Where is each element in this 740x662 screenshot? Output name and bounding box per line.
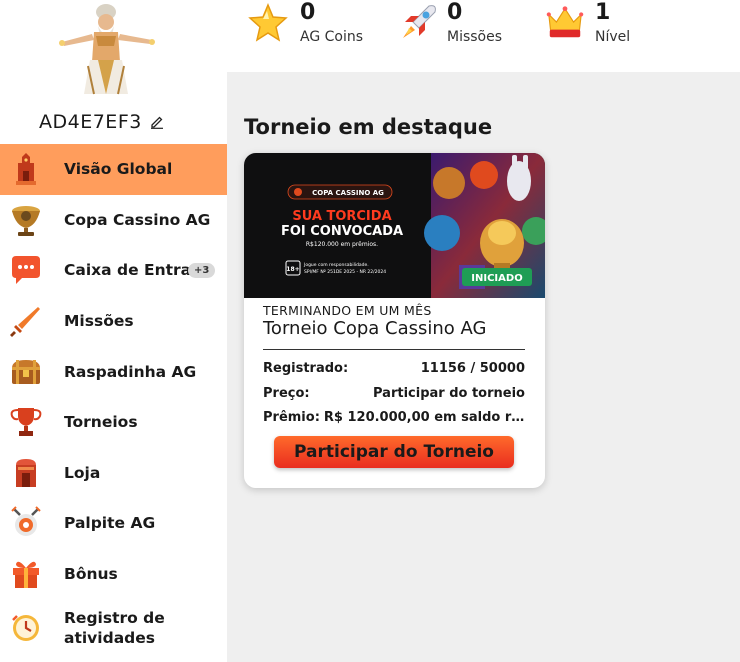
username: AD4E7EF3	[39, 111, 164, 133]
coins-label: AG Coins	[300, 29, 364, 45]
sidebar-item-label: Missões	[64, 312, 134, 331]
gift-icon	[13, 561, 39, 589]
banner-disclaimer-2: SPI/MF Nº 251DE 2025 - NR 22/2024	[304, 269, 386, 275]
row-value: 11156 / 50000	[420, 361, 525, 376]
stat-coins: 0 AG Coins	[247, 0, 377, 72]
sidebar-item-torneios[interactable]: Torneios	[0, 397, 227, 448]
divider	[263, 349, 525, 350]
star-icon	[248, 3, 288, 42]
row-value: R$ 120.000,00 em saldo re...	[323, 410, 525, 425]
row-key: Preço:	[263, 386, 310, 401]
sidebar-item-missoes[interactable]: Missões	[0, 296, 227, 347]
small-trophy-icon	[294, 188, 302, 196]
sidebar-item-label: Torneios	[64, 413, 138, 432]
coins-value: 0	[300, 0, 316, 25]
stat-level: 1 Nível	[545, 0, 665, 72]
sidebar-item-label: Caixa de Entrada	[64, 261, 190, 280]
notification-badge: +3	[188, 262, 216, 278]
sidebar-item-caixa-de-entrada[interactable]: Caixa de Entrada +3	[0, 245, 227, 296]
level-value: 1	[595, 0, 611, 25]
banner-headline-2: FOI CONVOCADA	[281, 224, 403, 239]
missions-label: Missões	[447, 29, 503, 45]
sword-icon	[10, 307, 40, 338]
banner-headline-1: SUA TORCIDA	[292, 209, 391, 224]
level-label: Nível	[595, 29, 631, 45]
tournament-banner[interactable]: INICIADO COPA CASSINO AG SUA TORCIDA FOI…	[244, 153, 545, 298]
sidebar-item-bonus[interactable]: Bônus	[0, 549, 227, 600]
stat-missions: 0 Missões	[397, 0, 527, 72]
sidebar-nav: Visão Global Copa Cassino AG Caixa de En…	[0, 144, 227, 657]
sidebar-item-label: Raspadinha AG	[64, 362, 197, 381]
sidebar-item-raspadinha[interactable]: Raspadinha AG	[0, 346, 227, 397]
card-title: Torneio Copa Cassino AG	[263, 318, 487, 339]
shop-icon	[16, 458, 36, 487]
sidebar-item-label: Bônus	[64, 565, 118, 584]
rocket-icon	[403, 5, 436, 38]
tournament-card[interactable]: INICIADO COPA CASSINO AG SUA TORCIDA FOI…	[244, 153, 545, 488]
sidebar-item-registro[interactable]: Registro de atividades	[0, 599, 227, 657]
info-row-registered: Registrado: 11156 / 50000	[263, 361, 525, 376]
row-key: Registrado:	[263, 361, 349, 376]
row-key: Prêmio:	[263, 410, 320, 425]
join-tournament-button[interactable]: Participar do Torneio	[274, 436, 514, 468]
sidebar-item-label: Registro de atividades	[64, 609, 165, 648]
avatar[interactable]	[54, 2, 158, 96]
pencil-edit-icon[interactable]	[150, 115, 164, 129]
sidebar: AD4E7EF3 Visão Global Copa Cassino AG Ca…	[0, 0, 227, 662]
info-row-prize: Prêmio: R$ 120.000,00 em saldo re...	[263, 410, 525, 425]
card-subtitle: TERMINANDO EM UM MÊS	[263, 303, 432, 318]
stats-bar: 0 AG Coins 0 Missões 1 Nível	[227, 0, 740, 72]
sidebar-item-label: Palpite AG	[64, 514, 156, 533]
target-icon	[11, 506, 41, 537]
sidebar-item-label: Loja	[64, 463, 101, 482]
trophy-icon	[10, 408, 42, 437]
sidebar-item-loja[interactable]: Loja	[0, 448, 227, 499]
castle-icon	[16, 153, 36, 186]
username-text: AD4E7EF3	[39, 111, 142, 133]
row-value: Participar do torneio	[373, 386, 525, 401]
trophy-cup-icon	[12, 205, 40, 236]
missions-value: 0	[447, 0, 463, 25]
sidebar-item-label: Copa Cassino AG	[64, 210, 211, 229]
sidebar-item-visao-global[interactable]: Visão Global	[0, 144, 227, 195]
info-row-price: Preço: Participar do torneio	[263, 386, 525, 401]
section-title: Torneio em destaque	[244, 115, 493, 139]
treasure-chest-icon	[12, 359, 40, 384]
status-chip: INICIADO	[471, 273, 522, 284]
sidebar-item-label: Visão Global	[64, 160, 173, 179]
banner-prize-line: R$120.000 em prêmios.	[306, 241, 378, 248]
banner-disclaimer-1: Jogue com responsabilidade.	[303, 262, 369, 268]
chat-bubble-icon	[12, 256, 40, 285]
clock-icon	[12, 615, 39, 642]
sidebar-item-copa-cassino[interactable]: Copa Cassino AG	[0, 195, 227, 246]
crown-icon	[546, 6, 584, 38]
sidebar-item-palpite[interactable]: Palpite AG	[0, 498, 227, 549]
age-rating: 18+	[286, 266, 299, 273]
banner-tag: COPA CASSINO AG	[312, 189, 384, 197]
